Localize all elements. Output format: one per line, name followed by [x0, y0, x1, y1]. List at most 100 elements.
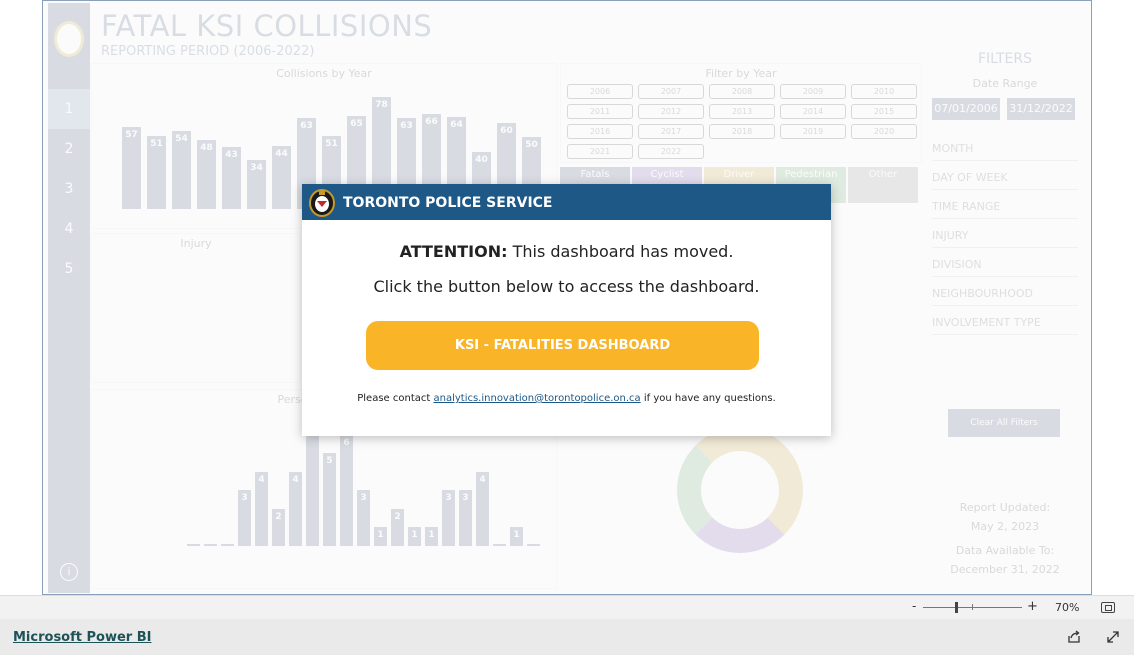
bar-value-label: 60 — [500, 125, 513, 136]
bar-0-to-4[interactable]: 0 — [187, 544, 200, 557]
year-button-2007[interactable]: 2007 — [638, 84, 704, 99]
bar-2012[interactable]: 44 — [272, 145, 291, 209]
bar-value-label: 51 — [325, 138, 338, 149]
year-button-2011[interactable]: 2011 — [567, 104, 633, 119]
share-icon[interactable] — [1067, 630, 1081, 644]
year-button-2013[interactable]: 2013 — [709, 104, 775, 119]
fit-to-page-icon[interactable] — [1101, 602, 1115, 613]
bar-2006[interactable]: 57 — [122, 127, 141, 209]
zoom-in-button[interactable]: + — [1027, 599, 1038, 614]
filter-day-of-week[interactable]: DAY OF WEEK — [932, 166, 1078, 190]
date-start-input[interactable]: 07/01/2006 — [932, 98, 1000, 120]
data-available-date: December 31, 2022 — [950, 563, 1060, 576]
bar-value-label: 63 — [400, 121, 413, 132]
bar-45-to-49[interactable]: 6 — [340, 434, 353, 546]
nav-page-1[interactable]: 1 — [48, 89, 90, 129]
bar-2008[interactable]: 54 — [172, 131, 191, 209]
bar-50-to-54[interactable]: 3 — [357, 490, 370, 546]
year-button-2015[interactable]: 2015 — [851, 104, 917, 119]
date-range-label: Date Range — [972, 77, 1038, 90]
year-button-2016[interactable]: 2016 — [567, 124, 633, 139]
zoom-out-button[interactable]: - — [912, 599, 916, 613]
modal-header: TORONTO POLICE SERVICE — [302, 184, 831, 220]
bar-5-to-9[interactable]: 0 — [204, 544, 217, 557]
bar-60-to-64[interactable]: 2 — [391, 508, 404, 546]
nav-page-2[interactable]: 2 — [48, 129, 90, 169]
bar-value-label: 44 — [275, 148, 288, 159]
clear-filters-button[interactable]: Clear All Filters — [948, 409, 1060, 437]
bar-value-label: 3 — [241, 493, 248, 504]
police-crest-icon — [309, 189, 335, 217]
zoom-level: 70% — [1055, 601, 1080, 614]
contact-email-link[interactable]: analytics.innovation@torontopolice.on.ca — [433, 393, 640, 404]
power-bi-link[interactable]: Microsoft Power BI — [13, 630, 151, 645]
bar-value-label: 0 — [190, 547, 197, 557]
bar-value-label: 0 — [207, 547, 214, 557]
bar-value-label: 6 — [343, 437, 350, 448]
contact-prefix: Please contact — [357, 393, 434, 404]
year-button-2008[interactable]: 2008 — [709, 84, 775, 99]
page-navigation: i 12345 — [48, 3, 90, 593]
nav-page-4[interactable]: 4 — [48, 209, 90, 249]
filter-involvement-type[interactable]: INVOLVEMENT TYPE — [932, 311, 1078, 335]
nav-page-5[interactable]: 5 — [48, 249, 90, 289]
bar-2009[interactable]: 48 — [197, 140, 216, 209]
year-button-2006[interactable]: 2006 — [567, 84, 633, 99]
contact-suffix: if you have any questions. — [640, 393, 776, 404]
bar-80-to-84[interactable]: 3 — [459, 490, 472, 546]
bar-15-to-19[interactable]: 3 — [238, 490, 251, 546]
year-button-2018[interactable]: 2018 — [709, 124, 775, 139]
bar-2007[interactable]: 51 — [147, 135, 166, 209]
report-updated-date: May 2, 2023 — [970, 520, 1040, 533]
tile-other[interactable]: Other — [848, 167, 918, 203]
expand-icon[interactable] — [1106, 630, 1120, 644]
bar-value-label: 3 — [462, 493, 469, 504]
bar-2010[interactable]: 43 — [222, 147, 241, 209]
bar-Over-95[interactable]: 1 — [510, 527, 523, 546]
year-button-2019[interactable]: 2019 — [780, 124, 846, 139]
filter-time-range[interactable]: TIME RANGE — [932, 195, 1078, 219]
nav-page-3[interactable]: 3 — [48, 169, 90, 209]
bar-2011[interactable]: 34 — [247, 160, 266, 209]
year-button-2014[interactable]: 2014 — [780, 104, 846, 119]
bar-10-to-14[interactable]: 0 — [221, 544, 234, 557]
bar-value-label: 2 — [394, 511, 401, 522]
bar-75-to-79[interactable]: 3 — [442, 490, 455, 546]
year-button-2012[interactable]: 2012 — [638, 104, 704, 119]
bar-value-label: 63 — [300, 121, 313, 132]
ksi-fatalities-dashboard-button[interactable]: KSI - FATALITIES DASHBOARD — [366, 321, 759, 370]
footer-bar: Microsoft Power BI — [0, 619, 1134, 655]
bar-85-to-89[interactable]: 4 — [476, 471, 489, 546]
dashboard-moved-modal: TORONTO POLICE SERVICE ATTENTION: This d… — [302, 184, 831, 436]
bar-value-label: 1 — [513, 530, 520, 541]
bar-55-to-59[interactable]: 1 — [374, 527, 387, 546]
bar-value-label: 4 — [479, 474, 486, 485]
bar-90-to-94[interactable]: 0 — [493, 544, 506, 557]
filter-division[interactable]: DIVISION — [932, 253, 1078, 277]
year-button-2021[interactable]: 2021 — [567, 144, 633, 159]
filter-month[interactable]: MONTH — [932, 137, 1078, 161]
dashboard-title: FATAL KSI COLLISIONS — [101, 9, 433, 43]
bar-40-to-44[interactable]: 5 — [323, 453, 336, 546]
bar-65-to-69[interactable]: 1 — [408, 527, 421, 546]
attention-label: ATTENTION: — [399, 242, 508, 261]
info-icon[interactable]: i — [60, 563, 78, 581]
filter-neighbourhood[interactable]: NEIGHBOURHOOD — [932, 282, 1078, 306]
bar-20-to-24[interactable]: 4 — [255, 471, 268, 546]
year-button-2017[interactable]: 2017 — [638, 124, 704, 139]
date-end-input[interactable]: 31/12/2022 — [1007, 98, 1075, 120]
bar-70-to-74[interactable]: 1 — [425, 527, 438, 546]
year-button-2022[interactable]: 2022 — [638, 144, 704, 159]
zoom-bar: - + 70% — [0, 595, 1134, 619]
year-button-2009[interactable]: 2009 — [780, 84, 846, 99]
bar-value-label: 3 — [445, 493, 452, 504]
year-button-2020[interactable]: 2020 — [851, 124, 917, 139]
bar-25-to-29[interactable]: 2 — [272, 508, 285, 546]
filters-title: FILTERS — [977, 51, 1033, 67]
collisions-chart-title: Collisions by Year — [276, 67, 372, 80]
year-button-2010[interactable]: 2010 — [851, 84, 917, 99]
bar-Unknown[interactable]: 0 — [527, 544, 540, 557]
filter-injury[interactable]: INJURY — [932, 224, 1078, 248]
bar-30-to-34[interactable]: 4 — [289, 471, 302, 546]
zoom-slider-thumb[interactable] — [955, 602, 958, 613]
